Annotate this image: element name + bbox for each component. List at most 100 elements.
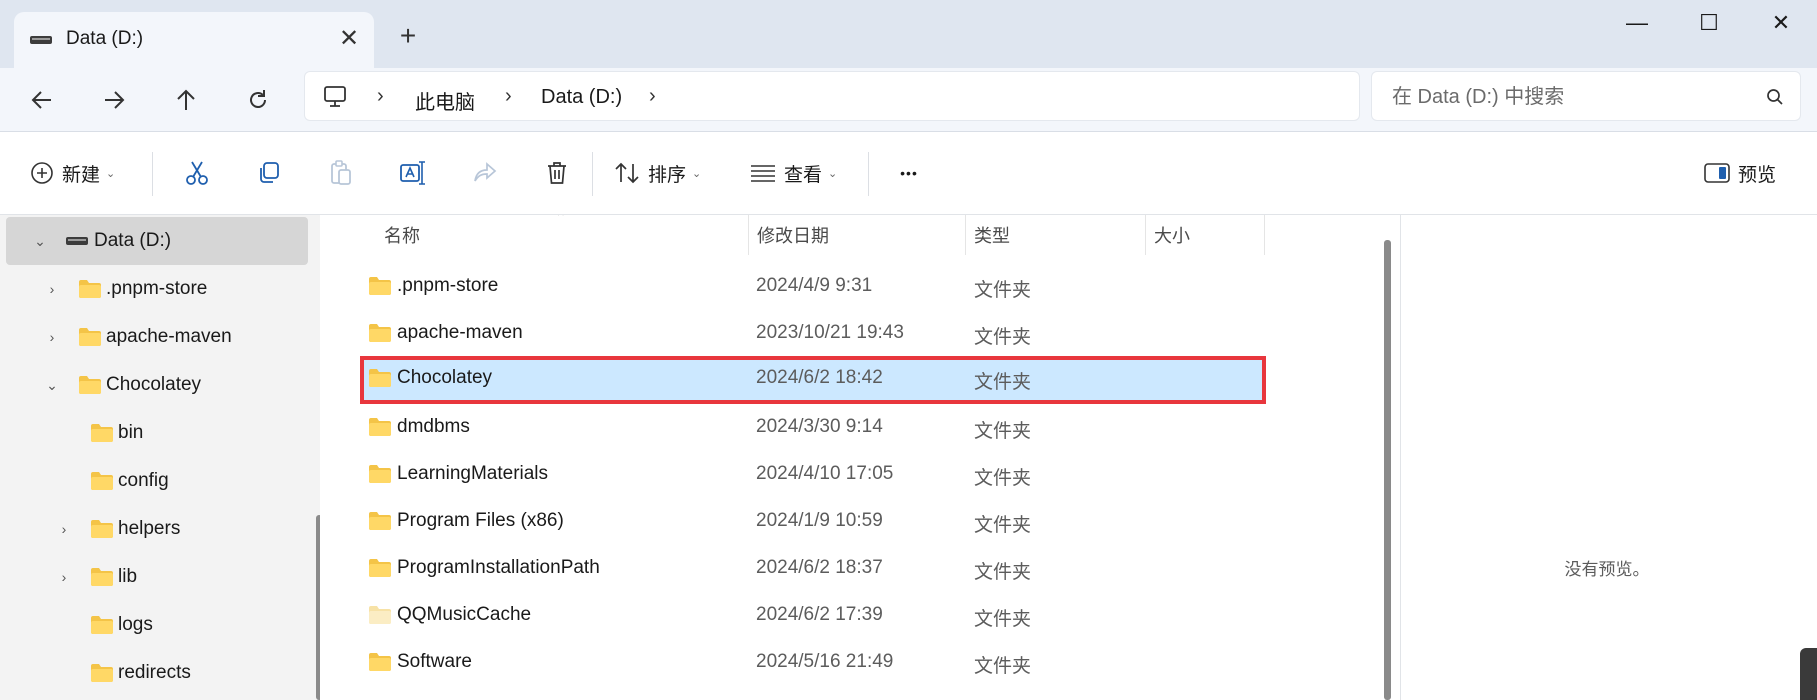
- column-divider[interactable]: [1145, 215, 1146, 255]
- up-button[interactable]: [166, 80, 206, 120]
- new-label: 新建: [62, 164, 101, 186]
- tree-item-pnpm-store[interactable]: › .pnpm-store: [6, 265, 308, 313]
- view-label: 查看: [784, 164, 823, 186]
- folder-hidden-icon: [369, 606, 391, 624]
- breadcrumb-this-pc[interactable]: 此电脑: [415, 86, 475, 115]
- column-header-name[interactable]: 名称: [384, 215, 744, 255]
- file-date: 2024/4/9 9:31: [756, 275, 873, 296]
- tree-item-config[interactable]: config: [6, 457, 308, 505]
- file-row[interactable]: apache-maven 2023/10/21 19:43 文件夹: [360, 311, 1360, 355]
- scissors-icon: [186, 161, 208, 185]
- preview-pane: 没有预览。: [1400, 215, 1817, 700]
- column-divider[interactable]: [965, 215, 966, 255]
- sort-label: 排序: [648, 164, 687, 186]
- tree-label: helpers: [118, 518, 181, 539]
- column-divider[interactable]: [748, 215, 749, 255]
- column-header-type[interactable]: 类型: [974, 215, 1134, 255]
- tab-data-d[interactable]: Data (D:) ✕: [14, 12, 374, 68]
- tree-item-data-d[interactable]: ⌄ Data (D:): [6, 217, 308, 265]
- chevron-right-icon[interactable]: ›: [56, 569, 72, 585]
- tree-label: logs: [118, 614, 153, 635]
- tree-item-helpers[interactable]: › helpers: [6, 505, 308, 553]
- search-icon[interactable]: [1766, 88, 1784, 106]
- file-row[interactable]: .pnpm-store 2024/4/9 9:31 文件夹: [360, 264, 1360, 308]
- trash-icon: [548, 162, 566, 184]
- file-list-scrollbar[interactable]: [1384, 240, 1391, 700]
- forward-button[interactable]: [94, 80, 134, 120]
- share-button[interactable]: [462, 150, 508, 196]
- minimize-button[interactable]: —: [1614, 6, 1660, 40]
- refresh-button[interactable]: [238, 80, 278, 120]
- breadcrumb-chevron-icon[interactable]: ›: [377, 85, 384, 108]
- file-row[interactable]: Software 2024/5/16 21:49 文件夹: [360, 640, 1360, 684]
- maximize-button[interactable]: ☐: [1686, 6, 1732, 40]
- folder-icon: [369, 559, 391, 577]
- sidebar-scrollbar[interactable]: [316, 515, 320, 700]
- file-row[interactable]: ProgramInstallationPath 2024/6/2 18:37 文…: [360, 546, 1360, 590]
- file-row-selected[interactable]: Chocolatey 2024/6/2 18:42 文件夹: [360, 356, 1266, 404]
- folder-icon: [369, 277, 391, 295]
- file-type: 文件夹: [974, 609, 1032, 630]
- tree-label: bin: [118, 422, 144, 443]
- folder-icon: [369, 324, 391, 342]
- file-row[interactable]: QQMusicCache 2024/6/2 17:39 文件夹: [360, 593, 1360, 637]
- file-date: 2024/6/2 18:37: [756, 557, 883, 578]
- file-type: 文件夹: [974, 327, 1032, 348]
- paste-button[interactable]: [318, 150, 364, 196]
- address-bar[interactable]: › 此电脑 › Data (D:) ›: [304, 71, 1360, 121]
- file-type: 文件夹: [974, 562, 1032, 583]
- file-row[interactable]: Program Files (x86) 2024/1/9 10:59 文件夹: [360, 499, 1360, 543]
- file-date: 2024/1/9 10:59: [756, 510, 883, 531]
- column-divider[interactable]: [1264, 215, 1265, 255]
- breadcrumb-chevron-icon[interactable]: ›: [505, 85, 512, 108]
- chevron-down-icon[interactable]: ⌄: [44, 377, 60, 394]
- tree-item-bin[interactable]: bin: [6, 409, 308, 457]
- folder-icon: [79, 328, 101, 346]
- file-type: 文件夹: [974, 421, 1032, 442]
- file-name: Chocolatey: [397, 367, 493, 388]
- search-input[interactable]: [1392, 84, 1752, 110]
- view-list-icon: [751, 165, 775, 182]
- tree-item-apache-maven[interactable]: › apache-maven: [6, 313, 308, 361]
- refresh-icon: [250, 90, 266, 108]
- file-row[interactable]: dmdbms 2024/3/30 9:14 文件夹: [360, 405, 1360, 449]
- tree-label: apache-maven: [106, 326, 232, 347]
- tree-item-redirects[interactable]: redirects: [6, 649, 308, 697]
- tab-close-button[interactable]: ✕: [334, 24, 364, 54]
- file-row[interactable]: LearningMaterials 2024/4/10 17:05 文件夹: [360, 452, 1360, 496]
- delete-button[interactable]: [534, 150, 580, 196]
- copy-button[interactable]: [246, 150, 292, 196]
- tree-item-chocolatey[interactable]: ⌄ Chocolatey: [6, 361, 308, 409]
- rename-button[interactable]: [390, 150, 436, 196]
- chevron-right-icon[interactable]: ›: [44, 329, 60, 345]
- file-date: 2024/4/10 17:05: [756, 463, 894, 484]
- close-window-button[interactable]: ✕: [1758, 6, 1804, 40]
- new-button[interactable]: 新建 ⌄: [30, 150, 115, 196]
- more-options-button[interactable]: •••: [886, 150, 932, 196]
- edge-widget[interactable]: [1800, 648, 1817, 700]
- chevron-right-icon[interactable]: ›: [56, 521, 72, 537]
- search-box[interactable]: [1371, 71, 1801, 121]
- column-header-size[interactable]: 大小: [1154, 215, 1254, 255]
- folder-icon: [79, 280, 101, 298]
- view-button[interactable]: 查看 ⌄: [750, 150, 837, 196]
- chevron-down-icon[interactable]: ⌄: [32, 233, 48, 250]
- chevron-right-icon[interactable]: ›: [44, 281, 60, 297]
- back-button[interactable]: [22, 80, 62, 120]
- tree-item-logs[interactable]: logs: [6, 601, 308, 649]
- share-icon: [474, 162, 497, 182]
- breadcrumb-chevron-icon[interactable]: ›: [649, 85, 656, 108]
- paste-icon: [331, 160, 351, 185]
- file-list: ⌃ 名称 修改日期 类型 大小 .pnpm-store 2024/4/9 9:3…: [336, 215, 1378, 700]
- file-type: 文件夹: [974, 280, 1032, 301]
- breadcrumb-data-d[interactable]: Data (D:): [541, 86, 622, 109]
- column-header-date[interactable]: 修改日期: [757, 215, 957, 255]
- new-tab-button[interactable]: +: [393, 22, 423, 52]
- tree-label: config: [118, 470, 169, 491]
- cut-button[interactable]: [174, 150, 220, 196]
- drive-icon: [30, 36, 52, 44]
- file-type: 文件夹: [974, 372, 1032, 393]
- tree-item-lib[interactable]: › lib: [6, 553, 308, 601]
- sort-button[interactable]: 排序 ⌄: [614, 150, 701, 196]
- preview-toggle-button[interactable]: 预览: [1704, 150, 1776, 196]
